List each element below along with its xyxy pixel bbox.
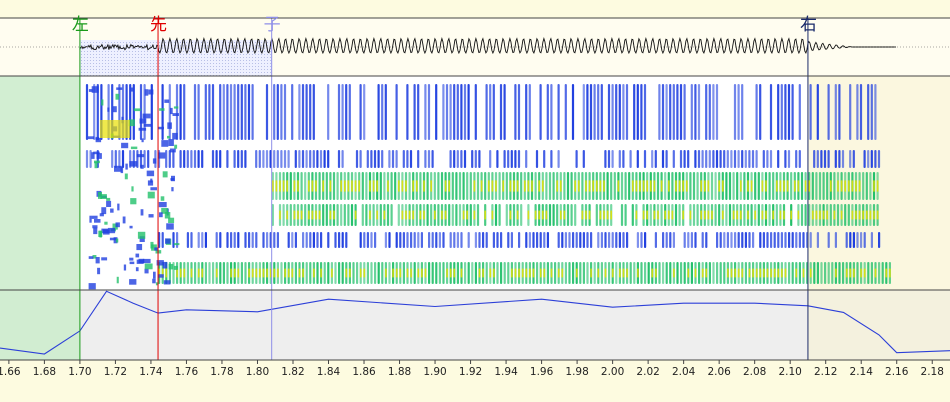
axis-tick-label: 1.88: [387, 366, 412, 378]
axis-tick-label: 1.74: [139, 366, 163, 378]
right-boundary-marker[interactable]: 右: [800, 17, 817, 34]
consonant-end-marker[interactable]: 子: [264, 17, 281, 34]
axis-tick-label: 1.70: [68, 366, 92, 378]
right-shaded-region-pitch: [807, 290, 950, 360]
axis-tick-label: 1.72: [103, 366, 128, 378]
axis-tick-label: 2.14: [849, 366, 873, 378]
axis-tick-label: 2.02: [636, 366, 660, 378]
axis-tick-label: 1.76: [174, 366, 199, 378]
axis-tick-label: 2.10: [778, 366, 802, 378]
axis-tick-label: 1.98: [565, 366, 589, 378]
axis-tick-label: 1.82: [281, 366, 305, 378]
spectrogram-image: [85, 84, 891, 290]
axis-tick-label: 2.16: [885, 366, 909, 378]
left-shaded-region: [0, 76, 80, 290]
speech-analysis-view: 左 先 子 右 1.66 1.68 1.70 1.72 1.74 1.76 1.78 1.80 1.8…: [0, 0, 950, 402]
axis-tick-label: 1.80: [245, 366, 270, 378]
axis-tick-label: 1.94: [494, 366, 518, 378]
onset-marker[interactable]: 先: [150, 17, 167, 34]
axis-tick-label: 2.18: [920, 366, 944, 378]
axis-tick-label: 2.00: [600, 366, 625, 378]
axis-tick-label: 1.78: [210, 366, 234, 378]
axis-tick-label: 2.08: [742, 366, 767, 378]
axis-tick-label: 2.12: [813, 366, 838, 378]
axis-tick-label: 1.68: [32, 366, 57, 378]
axis-tick-label: 1.66: [0, 366, 21, 378]
axis-tick-label: 1.84: [316, 366, 341, 378]
axis-tick-label: 1.90: [423, 366, 447, 378]
axis-tick-label: 1.86: [352, 366, 376, 378]
left-boundary-marker[interactable]: 左: [72, 17, 89, 34]
axis-tick-label: 1.96: [529, 366, 554, 378]
axis-tick-label: 2.04: [671, 366, 696, 378]
analysis-graphics: [0, 17, 950, 364]
axis-tick-label: 2.06: [707, 366, 731, 378]
axis-tick-label: 1.92: [458, 366, 483, 378]
